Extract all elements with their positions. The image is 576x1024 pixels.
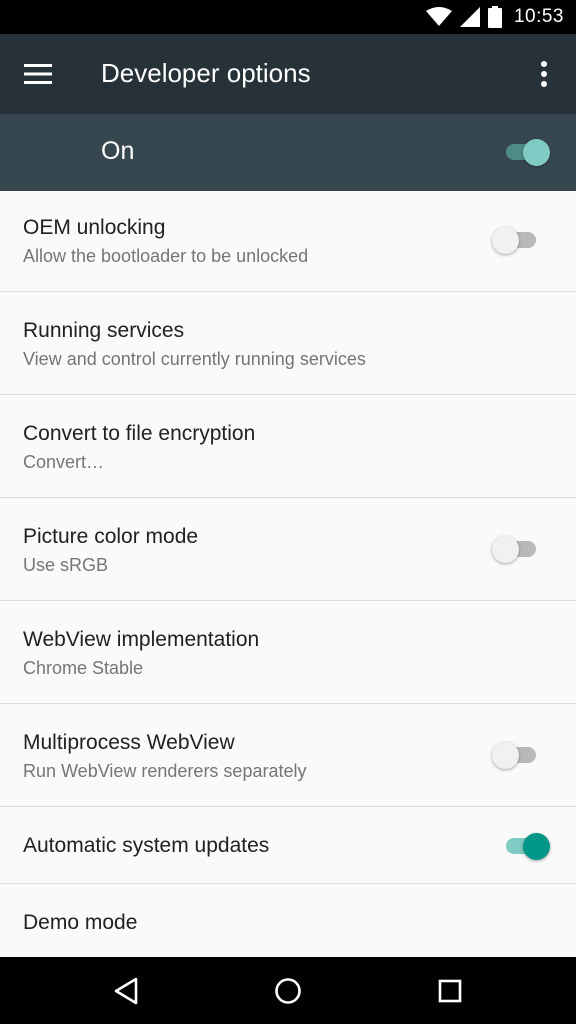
automatic-updates-switch[interactable] <box>500 829 550 863</box>
status-bar: 10:53 <box>0 0 576 34</box>
hamburger-menu-icon[interactable] <box>20 56 56 92</box>
setting-subtitle: Run WebView renderers separately <box>23 761 307 781</box>
back-icon[interactable] <box>106 971 146 1011</box>
setting-title: WebView implementation <box>23 628 260 651</box>
recents-icon[interactable] <box>430 971 470 1011</box>
navigation-bar <box>0 957 576 1024</box>
master-switch-bar[interactable]: On <box>0 114 576 191</box>
picture-color-mode-switch[interactable] <box>492 532 542 566</box>
setting-running-services[interactable]: Running services View and control curren… <box>0 292 576 395</box>
master-toggle-switch[interactable] <box>500 135 550 169</box>
setting-oem-unlocking[interactable]: OEM unlocking Allow the bootloader to be… <box>0 191 576 292</box>
setting-title: Multiprocess WebView <box>23 731 235 754</box>
setting-automatic-system-updates[interactable]: Automatic system updates <box>0 807 576 884</box>
switch-thumb <box>523 139 550 166</box>
setting-subtitle: Chrome Stable <box>23 658 144 678</box>
setting-demo-mode[interactable]: Demo mode <box>0 884 576 964</box>
app-bar: Developer options <box>0 34 576 114</box>
status-time: 10:53 <box>513 6 564 27</box>
setting-title: Running services <box>23 319 185 342</box>
setting-file-encryption[interactable]: Convert to file encryption Convert… <box>0 395 576 498</box>
setting-title: Convert to file encryption <box>23 422 256 445</box>
setting-subtitle: Allow the bootloader to be unlocked <box>23 246 309 266</box>
setting-title: OEM unlocking <box>23 216 166 239</box>
setting-picture-color-mode[interactable]: Picture color mode Use sRGB <box>0 498 576 601</box>
settings-list: OEM unlocking Allow the bootloader to be… <box>0 191 576 964</box>
home-icon[interactable] <box>268 971 308 1011</box>
more-vert-icon[interactable] <box>526 56 562 92</box>
battery-icon <box>487 6 502 28</box>
wifi-icon <box>425 7 452 27</box>
master-switch-label: On <box>101 137 135 165</box>
setting-multiprocess-webview[interactable]: Multiprocess WebView Run WebView rendere… <box>0 704 576 807</box>
multiprocess-webview-switch[interactable] <box>492 738 542 772</box>
page-title: Developer options <box>101 58 311 88</box>
switch-thumb <box>523 833 550 860</box>
setting-title: Demo mode <box>23 911 138 934</box>
switch-thumb <box>492 536 519 563</box>
switch-thumb <box>492 742 519 769</box>
setting-title: Automatic system updates <box>23 834 270 857</box>
signal-icon <box>459 7 480 27</box>
setting-webview-implementation[interactable]: WebView implementation Chrome Stable <box>0 601 576 704</box>
setting-title: Picture color mode <box>23 525 199 548</box>
setting-subtitle: Convert… <box>23 452 105 472</box>
oem-unlocking-switch[interactable] <box>492 223 542 257</box>
switch-thumb <box>492 227 519 254</box>
setting-subtitle: View and control currently running servi… <box>23 349 366 369</box>
setting-subtitle: Use sRGB <box>23 555 109 575</box>
